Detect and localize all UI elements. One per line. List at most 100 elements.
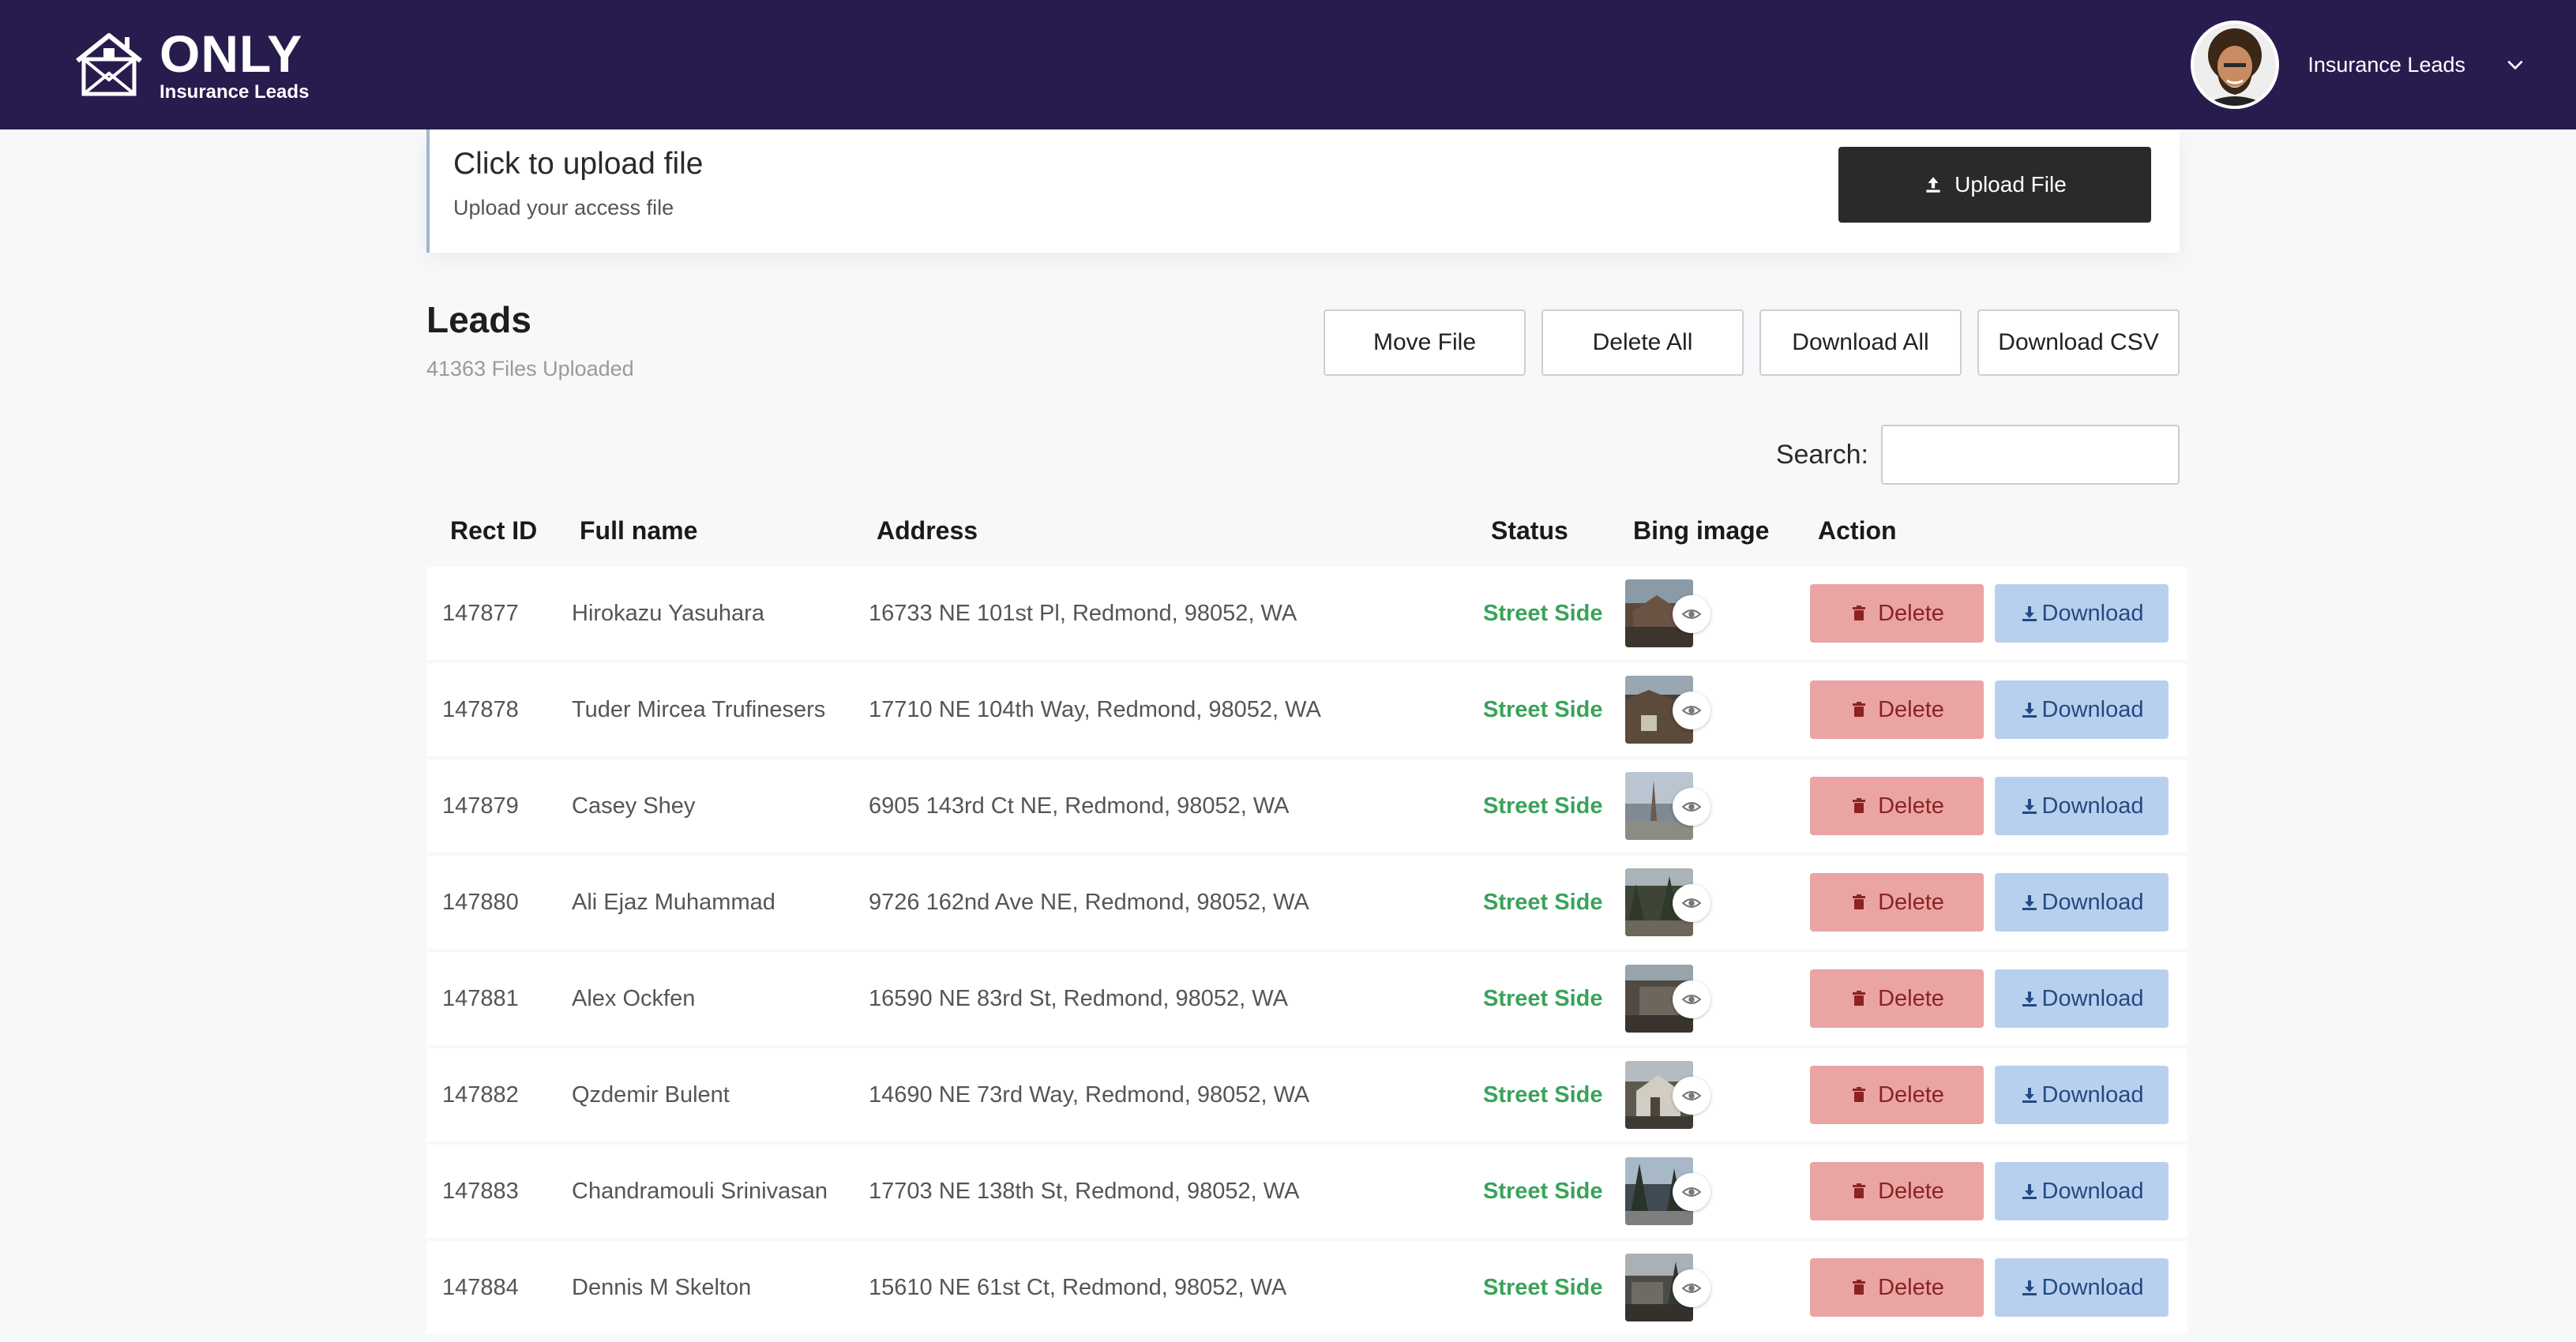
download-label: Download [2041,889,2144,915]
rect-id-cell: 147879 [442,793,519,819]
upload-icon [1926,177,1940,193]
delete-button[interactable]: Delete [1810,777,1984,835]
full-name-cell: Alex Ockfen [572,985,696,1011]
search-input[interactable] [1881,425,2180,485]
eye-icon[interactable] [1673,1077,1710,1115]
rect-id-cell: 147880 [442,889,519,915]
brand-logo[interactable]: ONLY Insurance Leads [71,28,309,102]
download-button[interactable]: Download [1995,680,2169,739]
trash-icon [1853,798,1866,813]
download-button[interactable]: Download [1995,873,2169,932]
eye-icon[interactable] [1673,1269,1710,1307]
address-cell: 6905 143rd Ct NE, Redmond, 98052, WA [869,793,1290,819]
move-file-button[interactable]: Move File [1324,309,1526,376]
upload-title[interactable]: Click to upload file [453,147,704,182]
chevron-down-icon[interactable] [2503,53,2527,77]
table-row: 147877 Hirokazu Yasuhara 16733 NE 101st … [426,567,2187,660]
download-label: Download [2041,985,2144,1011]
full-name-cell: Dennis M Skelton [572,1274,752,1300]
eye-icon[interactable] [1673,595,1710,633]
address-cell: 9726 162nd Ave NE, Redmond, 98052, WA [869,889,1309,915]
delete-label: Delete [1878,600,1944,626]
delete-button[interactable]: Delete [1810,1162,1984,1220]
trash-icon [1853,1280,1866,1295]
download-icon [2022,799,2037,814]
eye-icon[interactable] [1673,1173,1710,1211]
user-menu[interactable]: Insurance Leads [2191,21,2527,109]
user-name[interactable]: Insurance Leads [2308,53,2465,77]
delete-all-button[interactable]: Delete All [1541,309,1744,376]
delete-button[interactable]: Delete [1810,1258,1984,1317]
column-header-rect-id[interactable]: Rect ID [450,516,537,545]
download-button[interactable]: Download [1995,1162,2169,1220]
download-csv-button[interactable]: Download CSV [1977,309,2180,376]
bing-image[interactable] [1625,965,1720,1033]
bing-image[interactable] [1625,579,1720,647]
avatar[interactable] [2191,21,2280,109]
column-header-bing-image[interactable]: Bing image [1633,516,1769,545]
delete-button[interactable]: Delete [1810,1066,1984,1124]
bing-image[interactable] [1625,1061,1720,1129]
full-name-cell: Qzdemir Bulent [572,1081,730,1108]
download-icon [2022,1088,2037,1103]
bing-image[interactable] [1625,676,1720,744]
eye-icon[interactable] [1673,884,1710,922]
search-label: Search: [1775,439,1868,470]
eye-icon[interactable] [1673,692,1710,729]
download-all-button[interactable]: Download All [1759,309,1962,376]
download-label: Download [2041,696,2144,722]
files-uploaded-count: 41363 Files Uploaded [426,357,634,380]
address-cell: 15610 NE 61st Ct, Redmond, 98052, WA [869,1274,1287,1300]
full-name-cell: Casey Shey [572,793,696,819]
table-row: 147882 Qzdemir Bulent 14690 NE 73rd Way,… [426,1048,2187,1141]
column-header-full-name[interactable]: Full name [580,516,697,545]
bing-image[interactable] [1625,868,1720,936]
download-button[interactable]: Download [1995,1258,2169,1317]
delete-button[interactable]: Delete [1810,584,1984,643]
trash-icon [1853,894,1866,909]
brand-name: ONLY [160,24,303,83]
download-button[interactable]: Download [1995,1066,2169,1124]
delete-label: Delete [1878,696,1944,722]
table-row: 147884 Dennis M Skelton 15610 NE 61st Ct… [426,1241,2187,1334]
top-navbar: ONLY Insurance Leads Insurance Leads [0,0,2576,129]
trash-icon [1853,702,1866,717]
column-header-address[interactable]: Address [877,516,978,545]
table-row: 147879 Casey Shey 6905 143rd Ct NE, Redm… [426,759,2187,853]
search-bar: Search: [1776,425,2180,485]
address-cell: 16733 NE 101st Pl, Redmond, 98052, WA [869,600,1297,626]
status-badge: Street Side [1483,696,1603,722]
delete-label: Delete [1878,1274,1944,1300]
download-icon [2022,1280,2037,1295]
status-badge: Street Side [1483,889,1603,915]
upload-file-button[interactable]: Upload File [1838,147,2151,223]
address-cell: 14690 NE 73rd Way, Redmond, 98052, WA [869,1081,1310,1108]
eye-icon[interactable] [1673,788,1710,826]
status-badge: Street Side [1483,1274,1603,1300]
download-button[interactable]: Download [1995,584,2169,643]
eye-icon[interactable] [1673,980,1710,1018]
column-header-action: Action [1818,516,1897,545]
download-button[interactable]: Download [1995,777,2169,835]
bing-image[interactable] [1625,1254,1720,1321]
download-label: Download [2041,1274,2144,1300]
delete-button[interactable]: Delete [1810,873,1984,932]
delete-button[interactable]: Delete [1810,680,1984,739]
column-header-status[interactable]: Status [1491,516,1568,545]
upload-file-label: Upload File [1955,172,2067,197]
address-cell: 16590 NE 83rd St, Redmond, 98052, WA [869,985,1288,1011]
bing-image[interactable] [1625,1157,1720,1225]
download-button[interactable]: Download [1995,969,2169,1028]
rect-id-cell: 147882 [442,1081,519,1108]
user-avatar-icon [2194,24,2277,106]
full-name-cell: Ali Ejaz Muhammad [572,889,775,915]
rect-id-cell: 147884 [442,1274,519,1300]
delete-button[interactable]: Delete [1810,969,1984,1028]
status-badge: Street Side [1483,1178,1603,1204]
bulk-actions: Move File Delete All Download All Downlo… [1324,309,2180,376]
status-badge: Street Side [1483,985,1603,1011]
delete-label: Delete [1878,1178,1944,1204]
download-label: Download [2041,600,2144,626]
delete-label: Delete [1878,985,1944,1011]
bing-image[interactable] [1625,772,1720,840]
